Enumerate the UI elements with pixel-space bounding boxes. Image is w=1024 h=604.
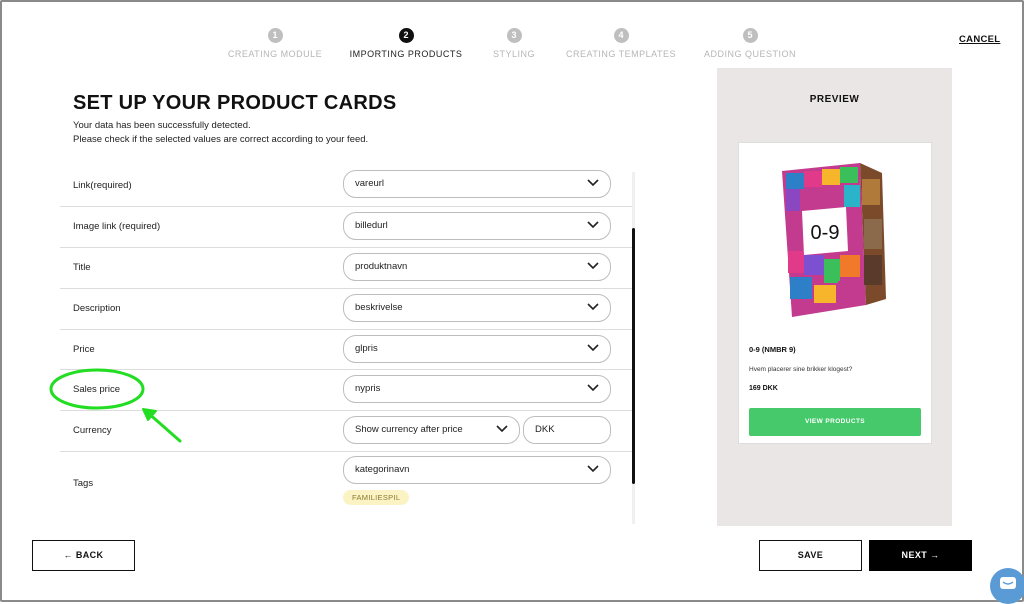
product-name: 0-9 (NMBR 9) [749,345,796,354]
product-card-preview: 0-9 0-9 (NMBR 9) Hvem placerer sine brik… [738,142,932,444]
field-row-tags: Tags kategorinavn [60,451,632,525]
preview-title: PREVIEW [809,94,860,105]
next-button[interactable]: NEXT → [869,540,972,571]
currency-position-select[interactable]: Show currency after price [343,416,520,444]
step-label: CREATING TEMPLATES [565,49,677,59]
annotation-highlight [49,368,182,443]
field-label: Image link (required) [73,221,161,232]
progress-stepper: 1 CREATING MODULE 2 IMPORTING PRODUCTS 3… [0,28,1024,68]
select-value: glpris [355,343,378,354]
select-value: kategorinavn [355,464,410,475]
chevron-down-icon [587,221,599,229]
field-row-title: Title produktnavn [60,247,632,289]
step-label: CREATING MODULE [227,49,323,59]
chevron-down-icon [587,179,599,187]
product-description: Hvem placerer sine brikker klogest? [749,366,853,373]
chevron-down-icon [587,262,599,270]
step-number: 5 [742,28,758,43]
link-select[interactable]: vareurl [343,170,611,198]
chevron-down-icon [587,384,599,392]
tags-select[interactable]: kategorinavn [343,456,611,484]
view-products-button[interactable]: VIEW PRODUCTS [749,408,921,436]
sales-price-select[interactable]: nypris [343,375,611,403]
step-number: 4 [613,28,629,43]
title-select[interactable]: produktnavn [343,253,611,281]
step-creating-module[interactable]: 1 CREATING MODULE [205,28,345,59]
step-creating-templates[interactable]: 4 CREATING TEMPLATES [551,28,691,59]
chat-widget-button[interactable] [990,568,1024,604]
description-select[interactable]: beskrivelse [343,294,611,322]
save-button[interactable]: SAVE [759,540,862,571]
image-link-select[interactable]: billedurl [343,212,611,240]
field-label: Tags [73,478,94,489]
field-label: Description [73,303,121,314]
product-price: 169 DKK [749,385,778,392]
select-value: vareurl [355,178,385,189]
annotation-circle [49,368,145,410]
step-number: 2 [398,28,414,43]
subtitle-line-2: Please check if the selected values are … [73,134,369,145]
step-label: ADDING QUESTION [703,49,796,59]
step-number: 1 [267,28,283,43]
product-box-text: 0-9 [811,222,840,244]
field-label: Price [73,344,95,355]
currency-input[interactable]: DKK [523,416,611,444]
price-select[interactable]: glpris [343,335,611,363]
cancel-link[interactable]: CANCEL [959,34,1000,45]
subtitle-line-1: Your data has been successfully detected… [73,120,251,131]
preview-panel: PREVIEW 0-9 0-9 (NMBR 9) Hvem placerer s [717,68,952,526]
select-value: Show currency after price [355,424,463,435]
select-value: nypris [355,383,381,394]
select-value: beskrivelse [355,302,403,313]
select-value: produktnavn [355,261,408,272]
field-row-link: Link(required) vareurl [60,165,632,207]
field-row-image-link: Image link (required) billedurl [60,206,632,248]
chevron-down-icon [587,465,599,473]
tag-chip[interactable]: FAMILIESPIL [343,490,410,505]
page-title: SET UP YOUR PRODUCT CARDS [73,92,397,114]
chevron-down-icon [587,303,599,311]
chevron-down-icon [496,425,508,433]
product-image: 0-9 [782,163,886,317]
form-scrollbar-thumb[interactable] [632,228,635,484]
chat-bubble-icon [1000,577,1016,589]
field-label: Title [73,262,91,273]
chevron-down-icon [587,344,599,352]
field-mapping-form: Link(required) vareurl Image link (requi… [60,165,632,525]
back-button[interactable]: ← BACK [32,540,135,571]
select-value: billedurl [355,220,388,231]
step-adding-question[interactable]: 5 ADDING QUESTION [680,28,820,59]
field-label: Link(required) [73,180,132,191]
currency-value: DKK [535,424,555,435]
step-number: 3 [506,28,522,43]
field-row-description: Description beskrivelse [60,288,632,330]
